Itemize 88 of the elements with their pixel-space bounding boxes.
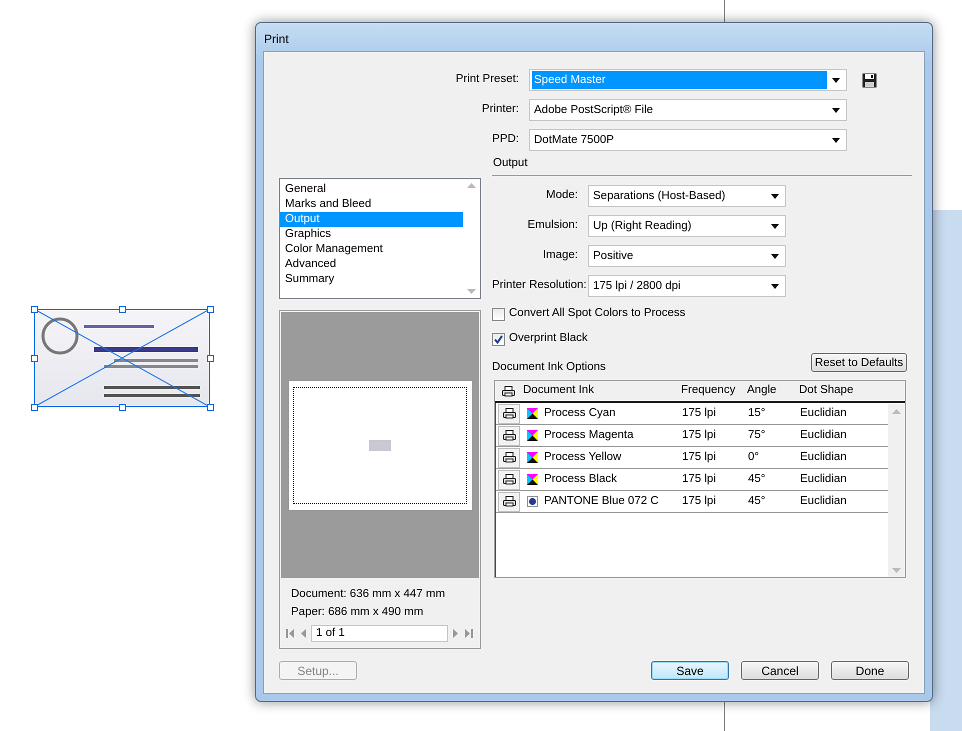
spot-ink-icon <box>526 496 538 507</box>
table-cell-text: Euclidian <box>800 406 848 421</box>
category-item[interactable]: Marks and Bleed <box>280 197 463 212</box>
checkbox[interactable] <box>492 308 505 320</box>
table-cell-text: 45° <box>748 494 766 509</box>
selection-handle[interactable] <box>207 404 214 411</box>
section-heading: Output <box>493 156 529 170</box>
category-item[interactable]: Advanced <box>280 257 463 272</box>
previous-page-icon[interactable] <box>299 629 307 638</box>
field-label: Printer: <box>480 102 520 118</box>
dropdown-field[interactable]: DotMate 7500P <box>529 129 847 151</box>
table-cell-text: PANTONE Blue 072 C <box>543 494 660 509</box>
table-cell-text: Euclidian <box>800 450 848 465</box>
column-header[interactable]: Dot Shape <box>799 382 879 400</box>
field-label: Image: <box>542 248 579 264</box>
table-cell-text: Process Black <box>543 472 618 487</box>
column-header[interactable]: Angle <box>747 382 799 400</box>
first-page-icon[interactable] <box>286 629 295 638</box>
print-toggle-button[interactable] <box>498 448 520 468</box>
table-cell-text: Process Cyan <box>543 406 617 421</box>
category-item[interactable]: Graphics <box>280 227 463 242</box>
table-cell-text: 45° <box>748 472 766 487</box>
process-ink-icon <box>526 430 538 441</box>
column-header[interactable]: Frequency <box>681 382 747 400</box>
printer-icon <box>502 452 516 463</box>
table-cell-text: 175 lpi <box>682 428 717 443</box>
next-page-icon[interactable] <box>452 629 460 638</box>
placed-image-frame[interactable] <box>34 309 210 407</box>
dropdown-field[interactable]: Up (Right Reading) <box>588 215 786 237</box>
table-cell-text: Process Yellow <box>543 450 622 465</box>
field-label: Print Preset: <box>454 72 520 88</box>
selection-handle[interactable] <box>207 306 214 313</box>
table-cell-text: 75° <box>748 428 766 443</box>
reset-to-defaults-button[interactable]: Reset to Defaults <box>811 353 907 372</box>
category-item[interactable]: Summary <box>280 272 463 287</box>
table-cell-text: 175 lpi <box>682 494 717 509</box>
dropdown-field[interactable]: Positive <box>588 245 786 267</box>
table-cell-text: Process Magenta <box>543 428 634 443</box>
table-cell-text: Euclidian <box>800 494 848 509</box>
category-item[interactable]: General <box>280 182 463 197</box>
category-item[interactable]: Color Management <box>280 242 463 257</box>
table-cell-text: 175 lpi <box>682 406 717 421</box>
table-cell-text: 175 lpi <box>682 472 717 487</box>
field-label: Mode: <box>545 188 579 204</box>
dialog-button[interactable]: Done <box>831 661 909 680</box>
window-title: Print <box>263 31 290 48</box>
print-toggle-button[interactable] <box>498 426 520 446</box>
printer-icon <box>502 496 516 507</box>
print-toggle-button[interactable] <box>498 492 520 512</box>
image-thumbnail <box>369 440 391 450</box>
table-cell-text: 175 lpi <box>682 450 717 465</box>
field-label: Printer Resolution: <box>492 278 588 294</box>
field-label: Emulsion: <box>526 218 579 234</box>
process-ink-icon <box>526 408 538 419</box>
table-cell-text: 0° <box>748 450 760 465</box>
selection-handle[interactable] <box>31 355 38 362</box>
last-page-icon[interactable] <box>464 629 473 638</box>
table-cell-text: Euclidian <box>800 428 848 443</box>
page-number-field[interactable]: 1 of 1 <box>311 625 448 642</box>
process-ink-icon <box>526 452 538 463</box>
table-cell-text: Euclidian <box>800 472 848 487</box>
checkbox-label: Overprint Black <box>509 331 588 346</box>
section-heading: Document Ink Options <box>492 360 606 375</box>
dropdown-field[interactable]: 175 lpi / 2800 dpi <box>588 275 786 297</box>
selection-handle[interactable] <box>31 404 38 411</box>
checkbox-label: Convert All Spot Colors to Process <box>509 306 686 322</box>
field-label: PPD: <box>491 132 520 148</box>
table-cell-text: 15° <box>748 406 766 421</box>
process-ink-icon <box>526 474 538 485</box>
printer-icon <box>502 408 516 419</box>
printer-icon <box>502 386 514 396</box>
selection-handle[interactable] <box>207 355 214 362</box>
printer-icon <box>502 430 516 441</box>
column-header[interactable]: Document Ink <box>521 382 681 400</box>
paper-size-text: Paper: 686 mm x 490 mm <box>290 605 424 620</box>
dropdown-field[interactable]: Adobe PostScript® File <box>529 99 847 121</box>
save-icon[interactable] <box>862 72 877 88</box>
selection-handle[interactable] <box>119 404 126 411</box>
checkbox[interactable] <box>492 332 505 346</box>
selection-handle[interactable] <box>119 306 126 313</box>
dialog-button[interactable]: Cancel <box>741 661 819 680</box>
default-button[interactable]: Save <box>651 661 729 680</box>
document-size-text: Document: 636 mm x 447 mm <box>290 587 446 602</box>
print-toggle-button[interactable] <box>498 470 520 490</box>
printer-icon <box>502 474 516 485</box>
dropdown-field[interactable]: Separations (Host-Based) <box>588 185 786 207</box>
selection-handle[interactable] <box>31 306 38 313</box>
print-toggle-button[interactable] <box>498 404 520 424</box>
